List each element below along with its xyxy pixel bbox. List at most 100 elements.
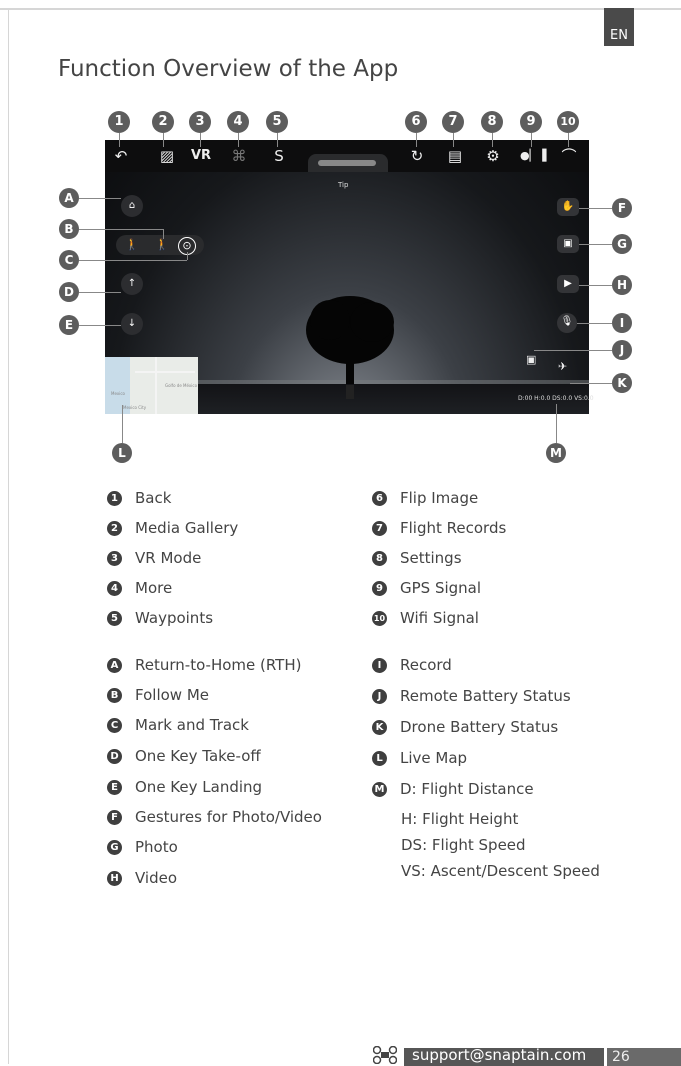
callout-4: 4: [227, 111, 249, 133]
callout-9: 9: [520, 111, 542, 133]
live-map[interactable]: Mexico Golfo de México Mexico City: [105, 357, 198, 414]
top-rule: [0, 8, 681, 10]
legend-item: 9 GPS Signal: [372, 579, 481, 597]
waypoints-icon[interactable]: S: [268, 146, 290, 166]
callout-5: 5: [266, 111, 288, 133]
map-label-gulf: Golfo de México: [165, 383, 198, 388]
legend-item: J Remote Battery Status: [372, 687, 571, 705]
takeoff-button[interactable]: ↑: [121, 273, 143, 295]
map-label-country: Mexico: [111, 391, 125, 396]
map-road: [135, 371, 195, 373]
video-button[interactable]: ▶: [557, 275, 579, 293]
legend-item: G Photo: [107, 838, 178, 856]
media-gallery-icon[interactable]: ▨: [156, 146, 178, 166]
back-icon[interactable]: ↶: [110, 146, 132, 166]
language-tab: EN: [604, 8, 634, 46]
leader-line: [79, 325, 121, 326]
m-detail-speed: DS: Flight Speed: [401, 836, 526, 854]
legend-item: E One Key Landing: [107, 778, 262, 796]
settings-icon[interactable]: ⚙: [482, 146, 504, 166]
vr-mode-icon[interactable]: VR: [190, 146, 212, 166]
callout-k: K: [612, 373, 632, 393]
return-to-home-button[interactable]: ⌂: [121, 195, 143, 217]
callout-6: 6: [405, 111, 427, 133]
leader-line: [577, 323, 612, 324]
page-title: Function Overview of the App: [58, 56, 399, 82]
leader-line: [79, 260, 187, 261]
wifi-signal-icon: ⌒: [561, 147, 577, 165]
leader-line: [79, 292, 121, 293]
support-email[interactable]: support@snaptain.com: [412, 1046, 586, 1064]
leader-line: [492, 133, 493, 147]
leader-line: [119, 133, 120, 147]
callout-8: 8: [481, 111, 503, 133]
legend-item: I Record: [372, 656, 452, 674]
legend-item: B Follow Me: [107, 686, 209, 704]
callout-10: 10: [557, 111, 579, 133]
legend-item: 8 Settings: [372, 549, 462, 567]
callout-c: C: [59, 250, 79, 270]
legend-item: D One Key Take-off: [107, 747, 261, 765]
callout-d: D: [59, 282, 79, 302]
photo-button[interactable]: ▣: [557, 235, 579, 253]
leader-line: [556, 404, 557, 443]
callout-e: E: [59, 315, 79, 335]
leader-line: [416, 133, 417, 147]
callout-a: A: [59, 188, 79, 208]
legend-item: C Mark and Track: [107, 716, 249, 734]
callout-7: 7: [442, 111, 464, 133]
callout-h: H: [612, 275, 632, 295]
remote-battery-icon: ▣: [526, 353, 537, 366]
legend-item: 4 More: [107, 579, 172, 597]
follow-mode-icon[interactable]: 🚶: [124, 237, 140, 253]
callout-3: 3: [189, 111, 211, 133]
callout-1: 1: [108, 111, 130, 133]
flip-image-icon[interactable]: ↻: [406, 146, 428, 166]
legend-item: 6 Flip Image: [372, 489, 478, 507]
legend-item: H Video: [107, 869, 177, 887]
legend-item: 5 Waypoints: [107, 609, 213, 627]
tip-text: Tip: [338, 181, 349, 189]
leader-line: [277, 133, 278, 147]
leader-line: [200, 133, 201, 147]
top-tab-grip: [318, 160, 376, 166]
leader-line: [163, 229, 164, 239]
gesture-button[interactable]: ✋: [557, 198, 579, 216]
leader-line: [579, 285, 612, 286]
leader-line: [238, 133, 239, 147]
callout-g: G: [612, 234, 632, 254]
page-number: 26: [607, 1048, 681, 1066]
leader-line: [79, 229, 163, 230]
flight-records-icon[interactable]: ▤: [444, 146, 466, 166]
leader-line: [531, 133, 532, 147]
leader-line: [187, 252, 188, 260]
callout-2: 2: [152, 111, 174, 133]
leader-line: [453, 133, 454, 147]
callout-l: L: [112, 443, 132, 463]
leader-line: [570, 383, 612, 384]
leader-line: [579, 244, 612, 245]
leader-line: [79, 198, 121, 199]
leader-line: [568, 133, 569, 147]
legend-item: 3 VR Mode: [107, 549, 201, 567]
map-label-city: Mexico City: [123, 405, 147, 410]
drone-logo-icon: [373, 1046, 397, 1064]
more-icon[interactable]: ⌘: [228, 146, 250, 166]
flight-status-readout: D:00 H:0.0 DS:0.0 VS:0.0: [518, 395, 594, 402]
m-detail-height: H: Flight Height: [401, 810, 519, 828]
leader-line: [579, 208, 612, 209]
callout-f: F: [612, 198, 632, 218]
landing-button[interactable]: ↓: [121, 313, 143, 335]
leader-line: [534, 350, 612, 351]
tree-silhouette-image: [306, 296, 394, 399]
drone-battery-icon: ✈: [558, 360, 568, 373]
follow-me-icon[interactable]: 🚶: [154, 237, 170, 253]
m-detail-vertical-speed: VS: Ascent/Descent Speed: [401, 862, 600, 880]
callout-j: J: [612, 340, 632, 360]
legend-item: F Gestures for Photo/Video: [107, 808, 322, 826]
leader-line: [122, 405, 123, 443]
left-rule: [8, 8, 9, 1064]
leader-line: [163, 133, 164, 147]
legend-item: M D: Flight Distance: [372, 780, 534, 798]
record-button[interactable]: 🎙: [557, 313, 577, 333]
